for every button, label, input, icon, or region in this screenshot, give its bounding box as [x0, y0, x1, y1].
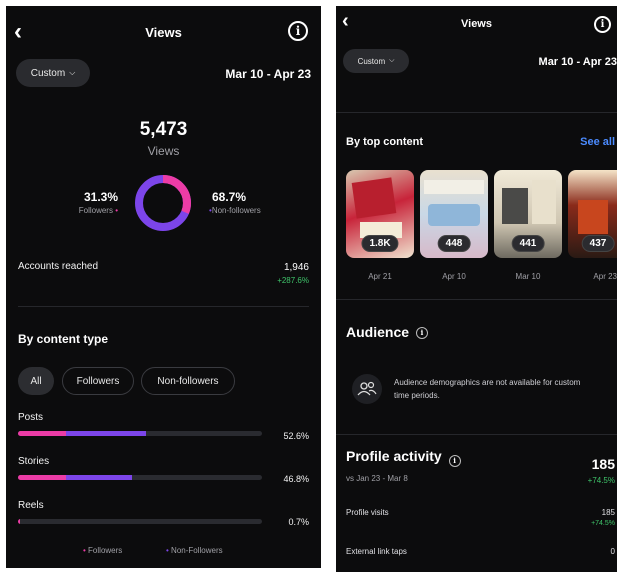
legend-non-followers: • Non-Followers: [166, 546, 223, 555]
followers-label: Followers: [78, 206, 113, 215]
thumbnail-art: [351, 177, 397, 219]
stories-non-followers-segment: [65, 475, 133, 480]
date-range: Mar 10 - Apr 23: [538, 56, 617, 68]
see-all-link[interactable]: See all: [580, 136, 615, 148]
audience-unavailable-message: Audience demographics are not available …: [394, 378, 581, 400]
profile-activity-heading-text: Profile activity: [346, 448, 442, 464]
profile-activity-change: +74.5%: [587, 476, 615, 485]
top-content-thumbnail[interactable]: 448: [420, 170, 488, 258]
reels-bar: [18, 519, 262, 524]
profile-visits-label: Profile visits: [346, 508, 389, 517]
info-icon[interactable]: i: [448, 455, 461, 467]
posts-followers-segment: [18, 431, 66, 436]
top-content-thumbnail[interactable]: 437: [568, 170, 617, 258]
legend-followers: • Followers: [83, 546, 122, 555]
content-type-heading: By content type: [18, 332, 109, 346]
divider: [336, 434, 617, 435]
top-content-thumbnail[interactable]: 1.8K: [346, 170, 414, 258]
profile-visits-value: 185: [601, 508, 615, 517]
profile-visits-change: +74.5%: [591, 520, 615, 527]
accounts-reached-value: 1,946: [283, 262, 309, 273]
accounts-reached-label: Accounts reached: [18, 261, 99, 272]
thumbnail-art: [424, 180, 484, 194]
posts-non-followers-segment: [65, 431, 147, 436]
divider: [18, 306, 309, 307]
non-followers-label: Non-followers: [211, 206, 261, 215]
post-date: Apr 23: [593, 272, 617, 281]
date-range: Mar 10 - Apr 23: [225, 67, 311, 81]
info-icon[interactable]: i: [594, 16, 611, 33]
followers-dot: •: [112, 206, 118, 215]
legend-non-followers-label: Non-Followers: [171, 546, 223, 555]
stories-label: Stories: [18, 456, 50, 467]
post-date: Apr 21: [368, 272, 392, 281]
stories-followers-segment: [18, 475, 66, 480]
legend-non-followers-dot: •: [166, 546, 169, 555]
comparison-period: vs Jan 23 - Mar 8: [346, 474, 408, 483]
stories-bar: [18, 475, 262, 480]
accounts-reached-change: +287.6%: [277, 276, 309, 285]
chevron-down-icon: ⌵: [69, 68, 76, 77]
followers-legend: Followers •: [36, 206, 118, 215]
audience-heading-text: Audience: [346, 324, 410, 340]
posts-bar: [18, 431, 262, 436]
posts-label: Posts: [18, 412, 44, 423]
audience-heading: Audience i: [346, 324, 428, 340]
stories-percent: 46.8%: [283, 474, 309, 484]
people-icon: [352, 374, 382, 404]
thumbnail-art: [532, 180, 556, 224]
posts-percent: 52.6%: [283, 431, 309, 441]
divider: [336, 299, 617, 300]
thumbnail-art: [578, 200, 608, 234]
page-title: Views: [461, 18, 492, 30]
views-insights-panel: ‹ Views i Custom ⌵ Mar 10 - Apr 23 5,473…: [6, 6, 321, 568]
reels-label: Reels: [18, 500, 44, 511]
chip-followers[interactable]: Followers: [62, 367, 134, 395]
info-icon[interactable]: i: [288, 21, 308, 41]
view-count-badge: 441: [511, 235, 545, 252]
view-count-badge: 1.8K: [361, 235, 399, 252]
external-link-taps-label: External link taps: [346, 547, 407, 556]
total-views-label: Views: [147, 144, 180, 158]
non-followers-legend: •Non-followers: [209, 206, 261, 215]
custom-range-label: Custom: [357, 56, 386, 66]
chip-all[interactable]: All: [18, 367, 54, 395]
divider: [336, 112, 617, 113]
external-link-taps-value: 0: [610, 547, 615, 556]
info-icon[interactable]: i: [415, 327, 428, 339]
followers-percent: 31.3%: [83, 190, 118, 204]
total-views: 5,473: [139, 119, 188, 140]
thumbnail-art: [502, 188, 528, 224]
profile-activity-heading: Profile activity i: [346, 448, 461, 467]
people-icon-glyph: [357, 381, 377, 396]
legend-followers-dot: •: [83, 546, 86, 555]
custom-range-dropdown[interactable]: Custom ⌵: [16, 59, 90, 87]
top-content-heading: By top content: [346, 136, 423, 148]
post-date: Apr 10: [442, 272, 466, 281]
views-insights-panel-scrolled: ‹ Views i Custom ⌵ Mar 10 - Apr 23 By to…: [336, 6, 617, 572]
custom-range-label: Custom: [30, 67, 66, 79]
followers-donut-chart: [135, 175, 191, 231]
reels-percent: 0.7%: [288, 517, 309, 527]
post-date: Mar 10: [515, 272, 541, 281]
reels-followers-segment: [18, 519, 20, 524]
view-count-badge: 448: [437, 235, 471, 252]
chevron-down-icon: ⌵: [389, 57, 395, 64]
profile-activity-total: 185: [591, 456, 615, 472]
thumbnail-art: [428, 204, 480, 226]
header: ‹ Views i: [6, 6, 321, 56]
chip-non-followers[interactable]: Non-followers: [141, 367, 235, 395]
top-content-thumbnail[interactable]: 441: [494, 170, 562, 258]
view-count-badge: 437: [581, 235, 615, 252]
custom-range-dropdown[interactable]: Custom ⌵: [343, 49, 409, 73]
legend-followers-label: Followers: [88, 546, 123, 555]
page-title: Views: [145, 25, 182, 40]
non-followers-percent: 68.7%: [212, 190, 247, 204]
